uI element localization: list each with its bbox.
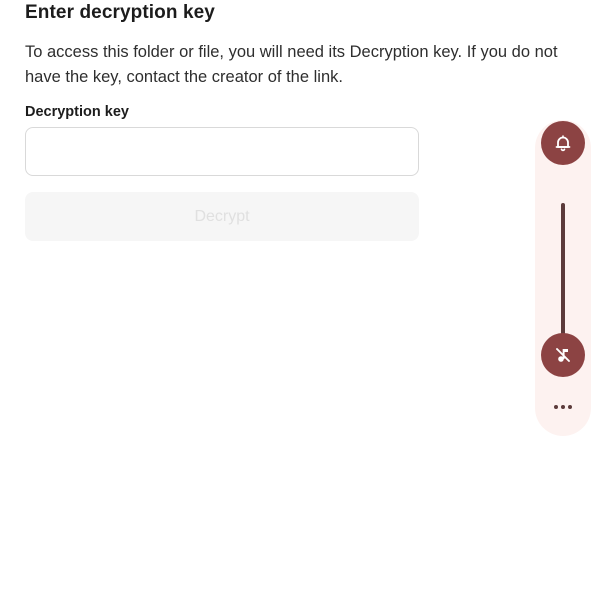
music-note-off-icon <box>556 348 570 362</box>
decryption-key-label: Decryption key <box>25 104 129 120</box>
more-options-button[interactable] <box>548 396 578 418</box>
decrypt-button[interactable]: Decrypt <box>25 192 419 241</box>
decryption-key-input[interactable] <box>25 127 419 176</box>
bell-icon <box>555 135 571 152</box>
more-dots-icon <box>554 405 572 409</box>
decryption-page: Enter decryption key To access this fold… <box>0 0 600 600</box>
volume-slider[interactable] <box>561 203 565 341</box>
description-text: To access this folder or file, you will … <box>25 43 558 86</box>
ringer-bell-button[interactable] <box>541 121 585 165</box>
media-mute-button[interactable] <box>541 333 585 377</box>
page-title: Enter decryption key <box>25 2 215 23</box>
